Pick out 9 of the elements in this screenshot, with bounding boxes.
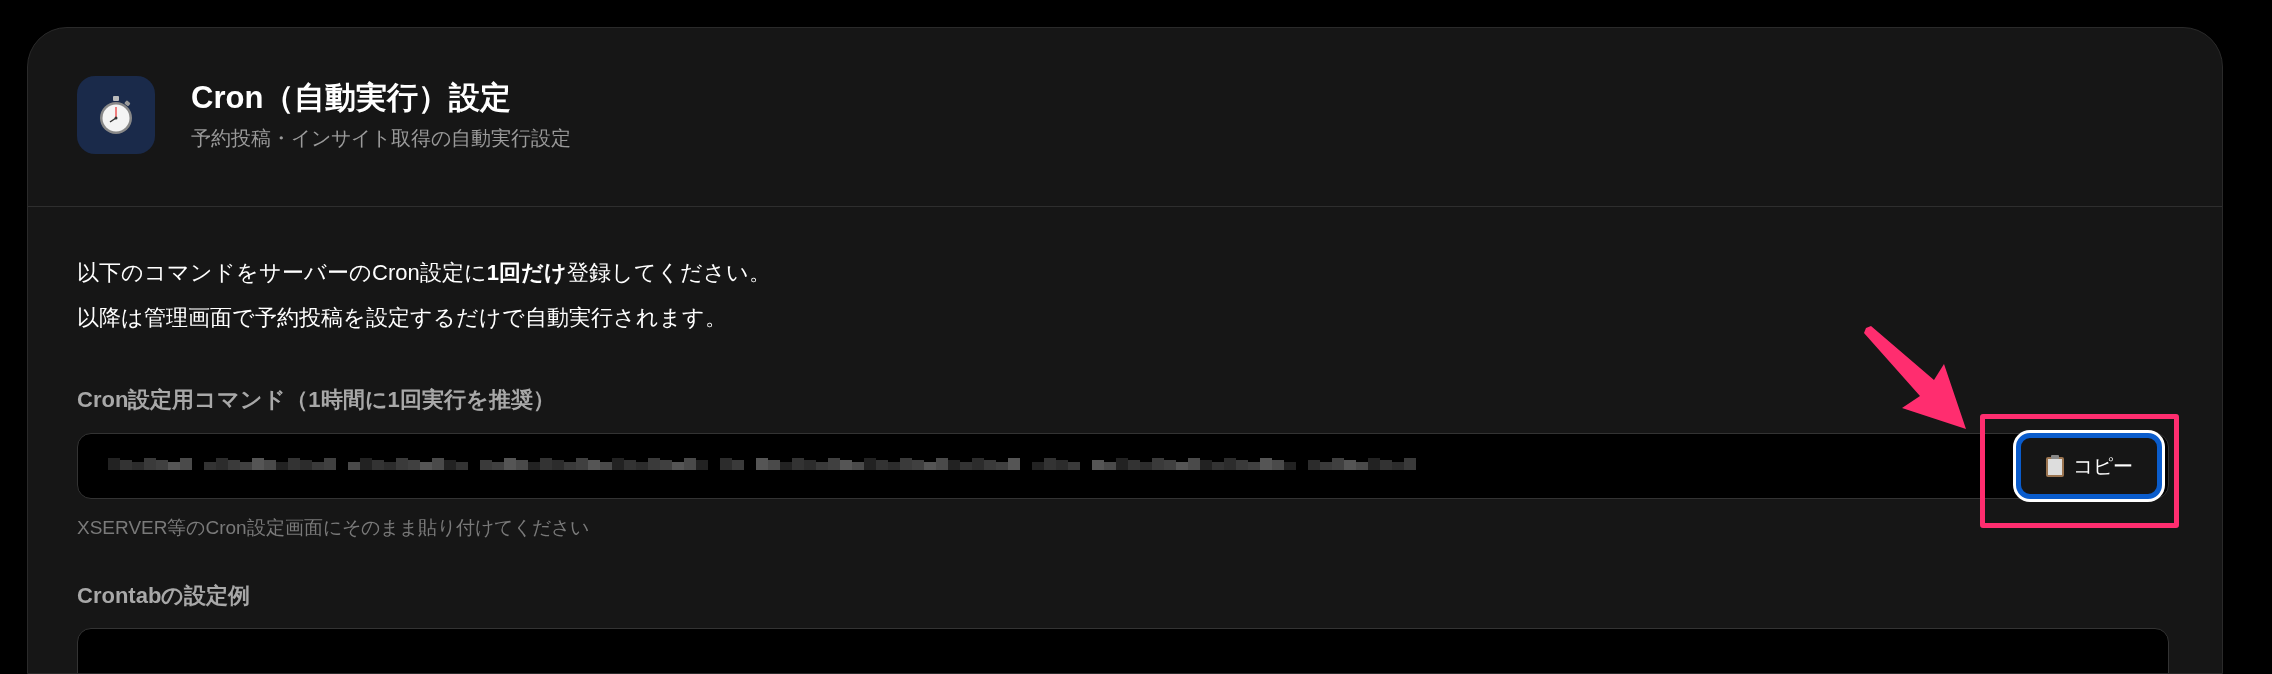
instruction-text: 以降は管理画面で予約投稿を設定するだけで自動実行されます。 (77, 304, 728, 332)
command-field[interactable]: コピー (77, 433, 2169, 499)
field-label: Crontabの設定例 (77, 582, 252, 610)
card-subtitle: 予約投稿・インサイト取得の自動実行設定 (191, 126, 571, 151)
hint-text: XSERVER等のCron設定画面にそのまま貼り付けてください (77, 516, 590, 540)
instruction-text: 以下のコマンドをサーバーのCron設定に1回だけ登録してください。 (77, 259, 772, 287)
field-label: Cron設定用コマンド（1時間に1回実行を推奨） (77, 386, 556, 414)
copy-button[interactable]: コピー (2016, 433, 2162, 499)
card-title: Cron（自動実行）設定 (191, 79, 513, 117)
